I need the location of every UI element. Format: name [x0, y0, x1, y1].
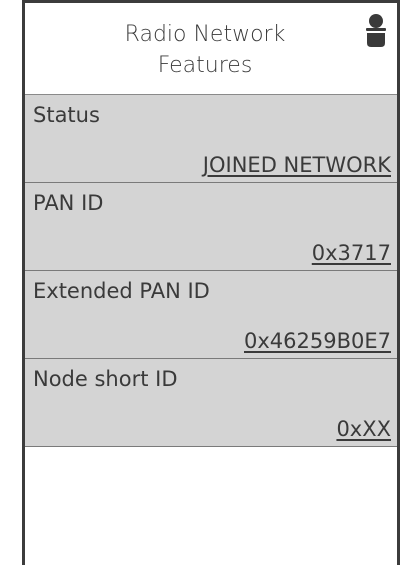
node-short-id-value[interactable]: 0xXX	[336, 417, 391, 441]
node-short-id-field: Node short ID 0xXX	[25, 359, 397, 447]
page-title-line-2: Features	[157, 53, 253, 78]
user-icon[interactable]	[365, 13, 387, 49]
pan-id-value[interactable]: 0x3717	[312, 241, 391, 265]
page-title-line-1: Radio Network	[124, 22, 286, 47]
screen-header: Radio Network Features	[25, 3, 397, 95]
pan-id-field: PAN ID 0x3717	[25, 183, 397, 271]
node-short-id-label: Node short ID	[33, 367, 178, 391]
extended-pan-id-value[interactable]: 0x46259B0E7	[244, 329, 391, 353]
extended-pan-id-field: Extended PAN ID 0x46259B0E7	[25, 271, 397, 359]
status-field: Status JOINED NETWORK	[25, 95, 397, 183]
device-screen: Radio Network Features Status JOINED NET…	[22, 0, 400, 565]
status-label: Status	[33, 103, 100, 127]
status-value[interactable]: JOINED NETWORK	[203, 153, 391, 177]
pan-id-label: PAN ID	[33, 191, 104, 215]
page-title: Radio Network Features	[85, 19, 325, 81]
extended-pan-id-label: Extended PAN ID	[33, 279, 210, 303]
